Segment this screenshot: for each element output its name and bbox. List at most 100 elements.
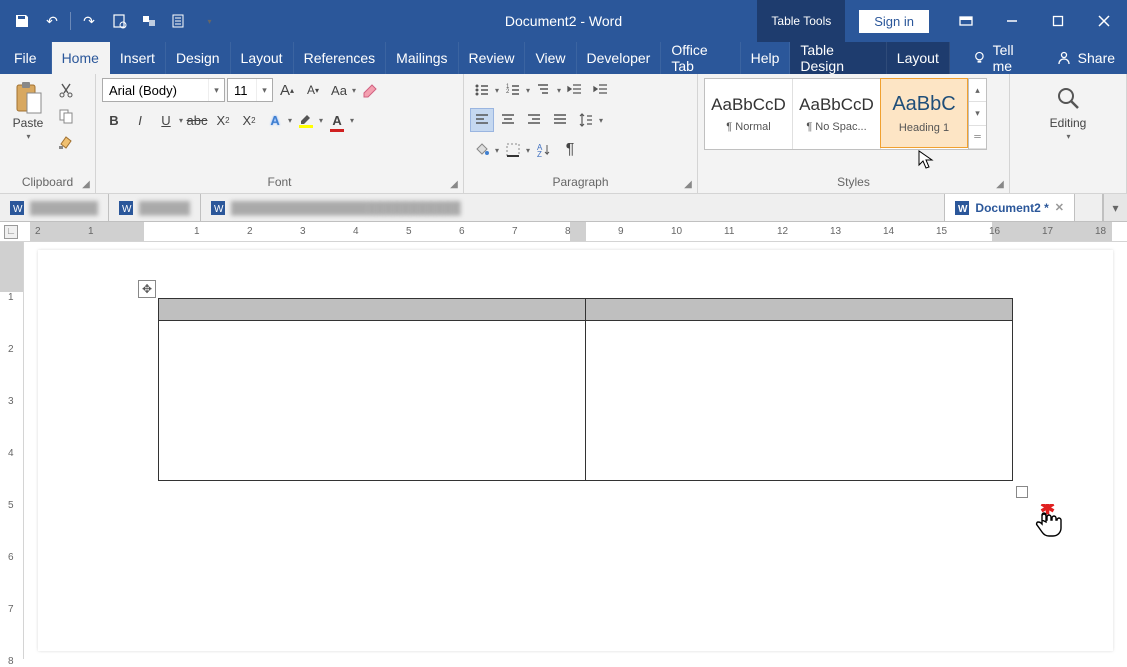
font-color-button[interactable]: A	[325, 108, 349, 132]
font-launcher[interactable]: ◢	[447, 177, 461, 191]
styles-gallery[interactable]: AaBbCcD ¶ Normal AaBbCcD ¶ No Spac... Aa…	[704, 78, 987, 150]
table-cell[interactable]	[586, 321, 1013, 481]
tab-table-layout[interactable]: Layout	[887, 42, 950, 74]
decrease-indent-button[interactable]	[563, 78, 587, 102]
tab-design[interactable]: Design	[166, 42, 231, 74]
tab-developer[interactable]: Developer	[577, 42, 662, 74]
hand-cursor-icon: ✱	[1030, 504, 1066, 548]
table-cell[interactable]	[586, 299, 1013, 321]
tab-view[interactable]: View	[525, 42, 576, 74]
table-cell[interactable]	[159, 321, 586, 481]
font-name-input[interactable]	[103, 79, 208, 101]
tab-office-tab[interactable]: Office Tab	[661, 42, 740, 74]
subscript-button[interactable]: X2	[211, 108, 235, 132]
font-name-box[interactable]: ▾	[102, 78, 225, 102]
tab-insert[interactable]: Insert	[110, 42, 166, 74]
font-size-box[interactable]: ▾	[227, 78, 273, 102]
highlight-button[interactable]	[294, 108, 318, 132]
undo-button[interactable]: ↶	[38, 7, 66, 35]
save-button[interactable]	[8, 7, 36, 35]
styles-scroll-down[interactable]: ▾	[969, 102, 986, 125]
editing-button[interactable]: Editing ▾	[1044, 78, 1093, 145]
tab-mailings[interactable]: Mailings	[386, 42, 458, 74]
tab-file[interactable]: File	[0, 42, 52, 74]
tab-selector[interactable]: ∟	[4, 225, 18, 239]
strikethrough-button[interactable]: abc	[185, 108, 209, 132]
tab-home[interactable]: Home	[52, 42, 110, 74]
styles-scroll-up[interactable]: ▴	[969, 79, 986, 102]
print-preview-button[interactable]	[105, 7, 133, 35]
text-effects-button[interactable]: A	[263, 108, 287, 132]
line-spacing-button[interactable]	[574, 108, 598, 132]
clear-formatting-button[interactable]	[358, 78, 382, 102]
ruler-vertical[interactable]: 12345678	[0, 242, 24, 659]
redo-button[interactable]: ↷	[75, 7, 103, 35]
copy-button[interactable]	[54, 104, 78, 128]
sort-button[interactable]: AZ	[532, 138, 556, 162]
shrink-font-button[interactable]: A▾	[301, 78, 325, 102]
justify-button[interactable]	[548, 108, 572, 132]
change-case-button[interactable]: Aa	[327, 78, 351, 102]
doctab-active[interactable]: W Document2 * ✕	[945, 194, 1075, 221]
minimize-button[interactable]	[989, 0, 1035, 42]
doctab-blurred-2[interactable]: W ██████	[109, 194, 201, 221]
align-right-button[interactable]	[522, 108, 546, 132]
font-size-input[interactable]	[228, 79, 256, 101]
close-button[interactable]	[1081, 0, 1127, 42]
styles-launcher[interactable]: ◢	[993, 177, 1007, 191]
italic-button[interactable]: I	[128, 108, 152, 132]
format-painter-button[interactable]	[54, 130, 78, 154]
share-button[interactable]: Share	[1044, 42, 1127, 74]
tab-review[interactable]: Review	[459, 42, 526, 74]
svg-text:W: W	[13, 204, 23, 215]
qat-button-2[interactable]	[165, 7, 193, 35]
align-center-button[interactable]	[496, 108, 520, 132]
qat-button-1[interactable]	[135, 7, 163, 35]
borders-button[interactable]	[501, 138, 525, 162]
table-header-row[interactable]	[159, 299, 1013, 321]
underline-button[interactable]: U	[154, 108, 178, 132]
style-heading-1[interactable]: AaBbC Heading 1	[880, 78, 968, 148]
grow-font-button[interactable]: A▴	[275, 78, 299, 102]
cut-button[interactable]	[54, 78, 78, 102]
superscript-button[interactable]: X2	[237, 108, 261, 132]
doctab-close[interactable]: ✕	[1055, 201, 1064, 214]
ribbon-display-button[interactable]	[943, 0, 989, 42]
table-row[interactable]	[159, 321, 1013, 481]
tell-me-button[interactable]: Tell me	[962, 42, 1044, 74]
doctab-blurred-1[interactable]: W ████████	[0, 194, 109, 221]
maximize-button[interactable]	[1035, 0, 1081, 42]
paste-button[interactable]: Paste ▾	[6, 78, 50, 145]
style-no-spacing[interactable]: AaBbCcD ¶ No Spac...	[793, 79, 881, 149]
tab-layout[interactable]: Layout	[231, 42, 294, 74]
font-name-dropdown[interactable]: ▾	[208, 79, 224, 101]
page[interactable]: ✥ ✱	[38, 250, 1113, 651]
tab-table-design[interactable]: Table Design	[790, 42, 886, 74]
group-label-font: Font	[102, 173, 457, 191]
show-hide-button[interactable]: ¶	[558, 138, 582, 162]
qat-customize-button[interactable]: ▾	[195, 7, 223, 35]
table-cell[interactable]	[159, 299, 586, 321]
clipboard-launcher[interactable]: ◢	[79, 177, 93, 191]
shading-button[interactable]	[470, 138, 494, 162]
table-move-handle[interactable]: ✥	[138, 280, 156, 298]
multilevel-list-button[interactable]	[532, 78, 556, 102]
paragraph-launcher[interactable]: ◢	[681, 177, 695, 191]
doctab-new[interactable]	[1075, 194, 1103, 221]
increase-indent-button[interactable]	[589, 78, 613, 102]
style-normal[interactable]: AaBbCcD ¶ Normal	[705, 79, 793, 149]
table-resize-handle[interactable]	[1016, 486, 1028, 498]
align-left-button[interactable]	[470, 108, 494, 132]
numbering-button[interactable]: 12	[501, 78, 525, 102]
styles-expand[interactable]: ＝	[969, 126, 986, 149]
bold-button[interactable]: B	[102, 108, 126, 132]
doctab-blurred-3[interactable]: W ███████████████████████████	[201, 194, 945, 221]
font-size-dropdown[interactable]: ▾	[256, 79, 272, 101]
tab-help[interactable]: Help	[741, 42, 791, 74]
bullets-button[interactable]	[470, 78, 494, 102]
doctabs-dropdown[interactable]: ▾	[1103, 194, 1127, 221]
document-table[interactable]	[158, 298, 1013, 481]
tab-references[interactable]: References	[294, 42, 387, 74]
sign-in-button[interactable]: Sign in	[859, 10, 929, 33]
ruler-horizontal[interactable]: ∟ 21123456789101112131415161718	[0, 222, 1127, 242]
